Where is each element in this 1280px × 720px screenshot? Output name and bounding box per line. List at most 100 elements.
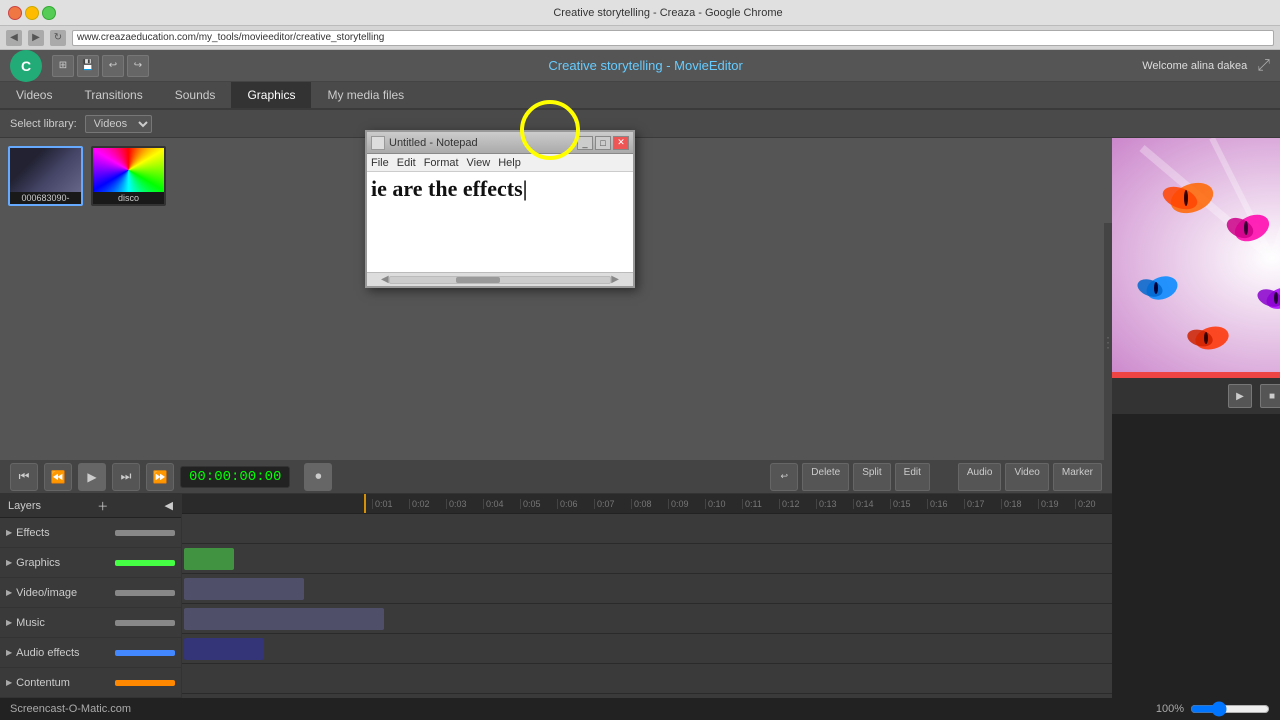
text-cursor xyxy=(523,176,528,201)
track-audio-effects xyxy=(182,634,1112,664)
next-frame-btn[interactable]: ⏭ xyxy=(112,463,140,491)
notepad-menu-format[interactable]: Format xyxy=(424,157,459,169)
video-btn[interactable]: Video xyxy=(1005,463,1048,491)
tab-graphics[interactable]: Graphics xyxy=(231,82,311,108)
layer-music[interactable]: ▶ Music xyxy=(0,608,181,638)
notepad-titlebar: Untitled - Notepad _ □ ✕ xyxy=(367,132,633,154)
notepad-menu-help[interactable]: Help xyxy=(498,157,521,169)
notepad-menu-view[interactable]: View xyxy=(467,157,491,169)
ruler-mark-3: 0:04 xyxy=(483,499,520,509)
notepad-maximize-btn[interactable]: □ xyxy=(595,136,611,150)
forward-btn[interactable]: ▶ xyxy=(28,30,44,46)
library-select[interactable]: Videos Images Audio xyxy=(85,115,152,133)
toolbar-icons: ⊞ 💾 ↩ ↪ xyxy=(52,55,149,77)
thumb-img-1 xyxy=(10,148,81,192)
notepad-window: Untitled - Notepad _ □ ✕ File Edit Forma… xyxy=(365,130,635,288)
preview-play-btn[interactable]: ▶ xyxy=(1228,384,1252,408)
preview-stop-btn[interactable]: ■ xyxy=(1260,384,1280,408)
app-logo: C xyxy=(10,50,42,82)
thumb-label-2: disco xyxy=(93,192,164,204)
tool-icon-1[interactable]: ⊞ xyxy=(52,55,74,77)
track-clip-music[interactable] xyxy=(184,608,384,630)
layer-effects[interactable]: ▶ Effects xyxy=(0,518,181,548)
preview-progress-bg xyxy=(1112,372,1280,378)
browser-controls xyxy=(8,6,56,20)
add-layer-btn[interactable]: ＋ xyxy=(97,498,108,514)
zoom-level: 100% xyxy=(1156,703,1184,715)
track-videoimage xyxy=(182,574,1112,604)
app-title: Creative storytelling - MovieEditor xyxy=(149,58,1142,73)
preview-controls: ▶ ■ 🔊 xyxy=(1112,378,1280,414)
track-contentum xyxy=(182,664,1112,694)
tab-sounds[interactable]: Sounds xyxy=(159,82,232,108)
delete-btn[interactable]: Delete xyxy=(802,463,849,491)
fullscreen-btn[interactable]: ⤢ xyxy=(1257,57,1270,75)
preview-progress-fill xyxy=(1112,372,1280,378)
rewind-btn[interactable]: ⏪ xyxy=(44,463,72,491)
audio-btn[interactable]: Audio xyxy=(958,463,1002,491)
layer-graphics[interactable]: ▶ Graphics xyxy=(0,548,181,578)
hscroll-right-btn[interactable]: ▶ xyxy=(611,274,619,285)
browser-addressbar: ◀ ▶ ↻ www.creazaeducation.com/my_tools/m… xyxy=(0,26,1280,50)
layer-arrow-6: ▶ xyxy=(6,678,12,687)
notepad-content-area[interactable]: ie are the effects xyxy=(367,172,633,272)
record-btn[interactable]: ⏺ xyxy=(304,463,332,491)
layer-bar-music xyxy=(115,620,175,626)
tab-my-media-files[interactable]: My media files xyxy=(311,82,420,108)
tool-icon-2[interactable]: 💾 xyxy=(77,55,99,77)
notepad-menu-edit[interactable]: Edit xyxy=(397,157,416,169)
address-bar[interactable]: www.creazaeducation.com/my_tools/movieed… xyxy=(72,30,1274,46)
preview-screen xyxy=(1112,138,1280,378)
notepad-close-btn[interactable]: ✕ xyxy=(613,136,629,150)
track-clip-video[interactable] xyxy=(184,578,304,600)
layer-videoimage[interactable]: ▶ Video/image xyxy=(0,578,181,608)
app-name: MovieEditor xyxy=(674,58,743,73)
url-text: www.creazaeducation.com/my_tools/movieed… xyxy=(77,32,384,43)
main-content: 000683090- disco ⋮ ⏮ ⏪ ▶ xyxy=(0,138,1280,698)
fast-fwd-btn[interactable]: ⏩ xyxy=(146,463,174,491)
layer-contentum[interactable]: ▶ Contentum xyxy=(0,668,181,698)
layer-bar-audio-effects xyxy=(115,650,175,656)
split-btn[interactable]: Split xyxy=(853,463,890,491)
layer-name-contentum: Contentum xyxy=(16,677,111,689)
tool-icon-4[interactable]: ↪ xyxy=(127,55,149,77)
hscroll-thumb[interactable] xyxy=(456,277,500,283)
layer-arrow-3: ▶ xyxy=(6,588,12,597)
track-clip-graphics[interactable] xyxy=(184,548,234,570)
notepad-menu-file[interactable]: File xyxy=(371,157,389,169)
browser-min-btn[interactable] xyxy=(25,6,39,20)
prev-btn[interactable]: ⏮ xyxy=(10,463,38,491)
tab-videos[interactable]: Videos xyxy=(0,82,68,108)
back-btn[interactable]: ◀ xyxy=(6,30,22,46)
play-btn[interactable]: ▶ xyxy=(78,463,106,491)
ruler-mark-0: 0:01 xyxy=(372,499,409,509)
thumbnail-2[interactable]: disco xyxy=(91,146,166,206)
edit-btn[interactable]: Edit xyxy=(895,463,930,491)
tab-transitions[interactable]: Transitions xyxy=(68,82,158,108)
marker-btn[interactable]: Marker xyxy=(1053,463,1102,491)
hscroll-left-btn[interactable]: ◀ xyxy=(381,274,389,285)
tool-icon-3[interactable]: ↩ xyxy=(102,55,124,77)
reload-btn[interactable]: ↻ xyxy=(50,30,66,46)
notepad-hscrollbar[interactable]: ◀ ▶ xyxy=(367,272,633,286)
ruler-mark-4: 0:05 xyxy=(520,499,557,509)
screencast-label: Screencast-O-Matic.com xyxy=(10,703,131,715)
zoom-slider[interactable] xyxy=(1190,701,1270,717)
collapse-layers-btn[interactable]: ◀ xyxy=(165,499,173,512)
track-clip-audio-fx[interactable] xyxy=(184,638,264,660)
divider-handle[interactable]: ⋮ xyxy=(1104,223,1112,460)
layer-arrow: ▶ xyxy=(6,528,12,537)
layer-bar-videoimage xyxy=(115,590,175,596)
browser-max-btn[interactable] xyxy=(42,6,56,20)
layer-audio-effects[interactable]: ▶ Audio effects xyxy=(0,638,181,668)
layer-bar-contentum xyxy=(115,680,175,686)
thumb-img-2 xyxy=(93,148,164,192)
undo-transport-btn[interactable]: ↩ xyxy=(770,463,798,491)
notepad-minimize-btn[interactable]: _ xyxy=(577,136,593,150)
thumbnail-1[interactable]: 000683090- xyxy=(8,146,83,206)
notepad-title: Untitled - Notepad xyxy=(389,137,573,149)
browser-close-btn[interactable] xyxy=(8,6,22,20)
welcome-text: Welcome alina dakea xyxy=(1142,60,1247,72)
hscroll-track[interactable] xyxy=(389,276,612,284)
ruler-mark-19: 0:20 xyxy=(1075,499,1112,509)
